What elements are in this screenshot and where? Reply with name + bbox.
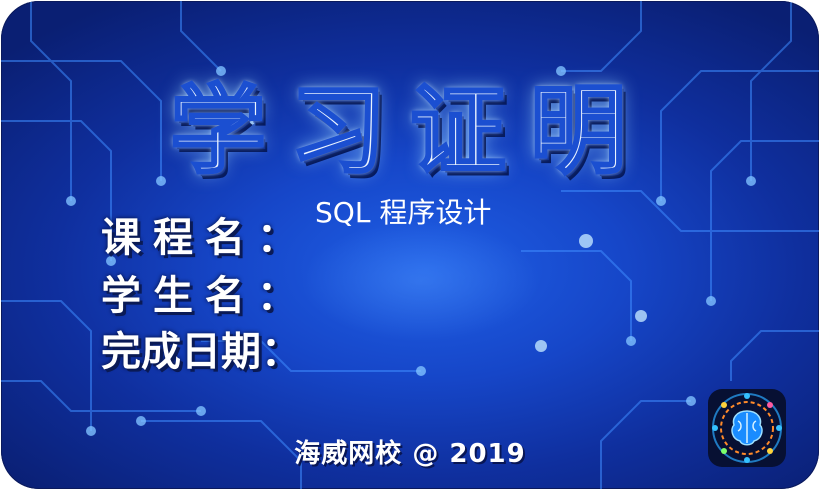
brain-circuit-logo-icon bbox=[708, 389, 786, 467]
completion-date-label: 完成日期： bbox=[101, 329, 301, 375]
certificate-title: 学习证明 bbox=[169, 74, 650, 189]
course-name-label: 课程名： bbox=[101, 215, 309, 261]
center-glow bbox=[301, 221, 541, 341]
certificate-card: 学习证明 SQL 程序设计 课程名： 学生名： 完成日期： 海威网校 @ 201… bbox=[1, 1, 819, 489]
student-name-label: 学生名： bbox=[101, 273, 309, 319]
school-footer: 海威网校 @ 2019 bbox=[294, 439, 526, 469]
course-name-value: SQL 程序设计 bbox=[315, 196, 492, 229]
